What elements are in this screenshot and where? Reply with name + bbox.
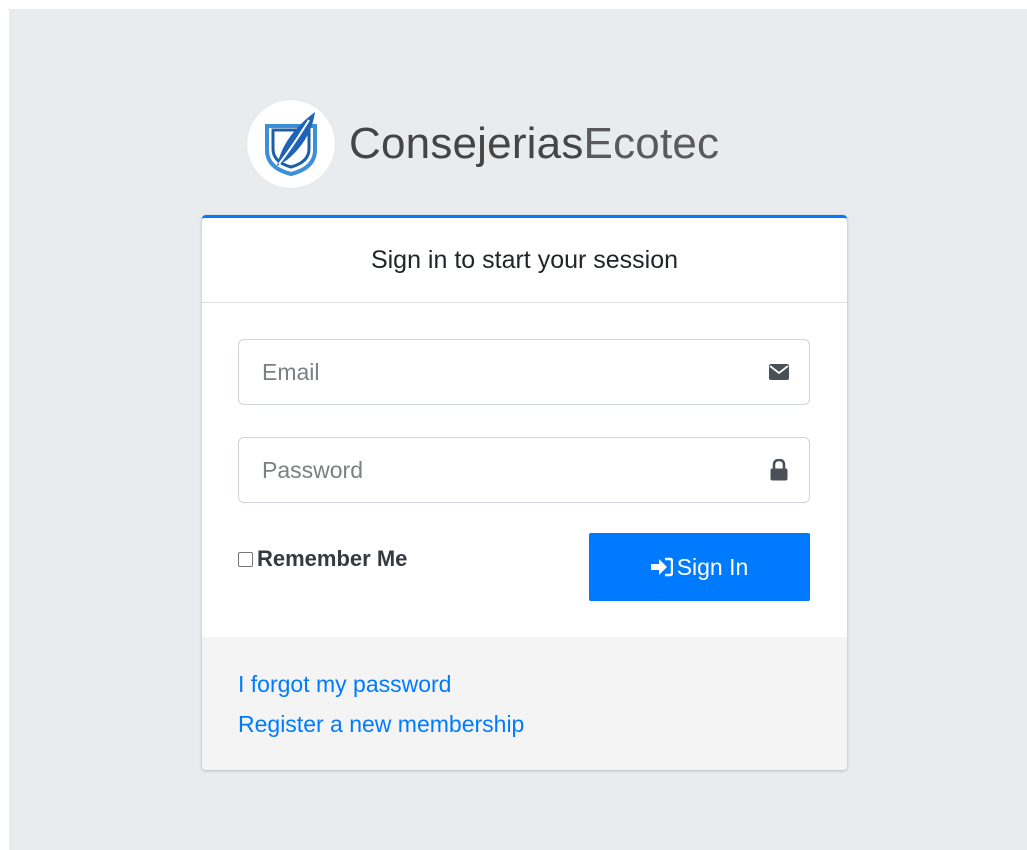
forgot-password-link[interactable]: I forgot my password	[238, 671, 451, 698]
email-field	[238, 339, 810, 405]
brand-name-primary: Consejerias	[349, 119, 584, 168]
remember-me: Remember Me	[238, 546, 407, 572]
sign-in-icon	[650, 557, 673, 577]
brand-logo-link[interactable]: ConsejeriasEcotec	[247, 99, 719, 189]
envelope-icon	[749, 340, 809, 404]
brand-name-secondary: Ecotec	[583, 119, 720, 168]
sign-in-label: Sign In	[676, 553, 749, 580]
remember-me-checkbox[interactable]	[238, 551, 253, 567]
shield-quill-icon	[247, 100, 335, 188]
login-card: Sign in to start your session Remember M…	[202, 215, 847, 770]
password-field	[238, 437, 810, 503]
brand-name: ConsejeriasEcotec	[349, 122, 719, 166]
login-header: Sign in to start your session	[202, 218, 847, 303]
remember-me-label[interactable]: Remember Me	[257, 546, 407, 572]
lock-icon	[749, 438, 809, 502]
password-input[interactable]	[239, 438, 749, 502]
sign-in-button[interactable]: Sign In	[589, 533, 810, 601]
register-link[interactable]: Register a new membership	[238, 711, 524, 738]
login-footer: I forgot my password Register a new memb…	[202, 637, 847, 770]
email-input[interactable]	[239, 340, 749, 404]
